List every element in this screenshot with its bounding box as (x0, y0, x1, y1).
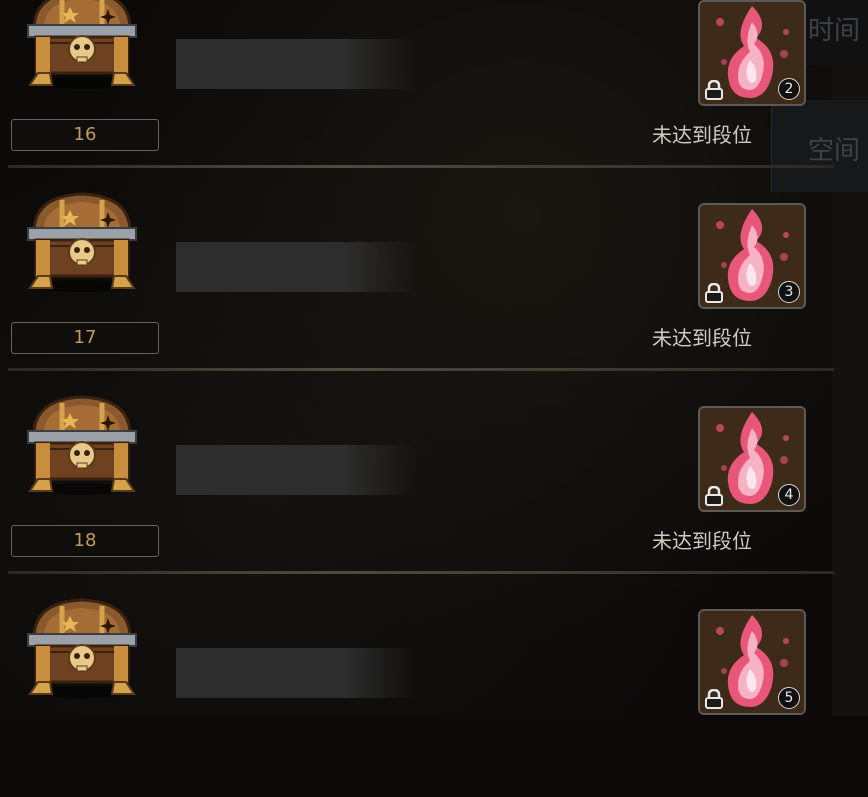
reward-count-badge: 5 (778, 687, 800, 709)
lock-icon (704, 79, 724, 100)
lock-icon (704, 688, 724, 709)
reward-row: 5 (0, 594, 838, 797)
skull-chest-icon[interactable] (22, 391, 142, 497)
reward-count-badge: 3 (778, 281, 800, 303)
reward-name-bar (176, 242, 416, 292)
reward-item-slot[interactable]: 3 (698, 203, 806, 309)
skull-chest-icon[interactable] (22, 594, 142, 700)
reward-name-bar (176, 648, 416, 698)
reward-count-badge: 2 (778, 78, 800, 100)
reward-item-slot[interactable]: 5 (698, 609, 806, 715)
lock-icon (704, 282, 724, 303)
status-label: 未达到段位 (652, 123, 752, 147)
reward-item-slot[interactable]: 4 (698, 406, 806, 512)
reward-item-slot[interactable]: 2 (698, 0, 806, 106)
reward-row: 16 2 未达到段位 (0, 0, 838, 188)
reward-row: 17 3 未达到段位 (0, 188, 838, 391)
skull-chest-icon[interactable] (22, 188, 142, 294)
reward-list: 16 2 未达到段位 17 3 未达到段位 18 4 未达到段位 5 (0, 0, 838, 716)
row-divider (8, 571, 834, 574)
row-divider (8, 165, 834, 168)
reward-count-badge: 4 (778, 484, 800, 506)
skull-chest-icon[interactable] (22, 0, 142, 91)
reward-name-bar (176, 445, 416, 495)
level-box: 17 (11, 322, 159, 354)
reward-name-bar (176, 39, 416, 89)
level-box: 16 (11, 119, 159, 151)
lock-icon (704, 485, 724, 506)
status-label: 未达到段位 (652, 326, 752, 350)
reward-row: 18 4 未达到段位 (0, 391, 838, 594)
level-box: 18 (11, 525, 159, 557)
row-divider (8, 368, 834, 371)
status-label: 未达到段位 (652, 529, 752, 553)
